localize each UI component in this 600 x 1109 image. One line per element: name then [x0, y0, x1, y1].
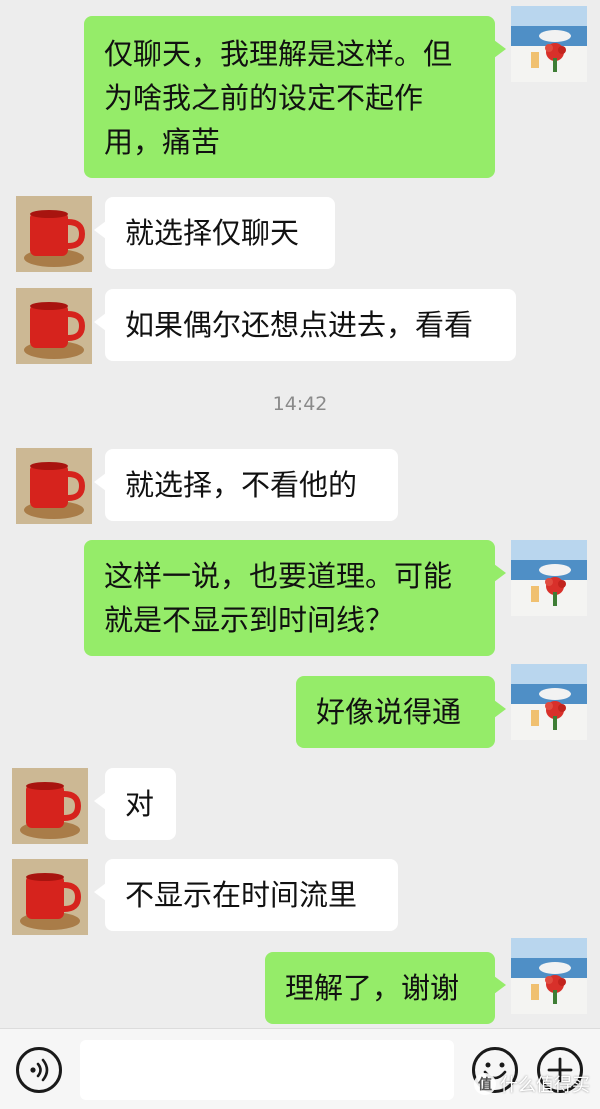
- watermark-text: 什么值得买: [500, 1075, 590, 1096]
- sea-balcony-flowers-photo: [511, 6, 587, 82]
- red-mug-photo: [16, 288, 92, 364]
- avatar-them[interactable]: [16, 288, 92, 364]
- voice-icon: [30, 1058, 49, 1082]
- avatar-them[interactable]: [16, 448, 92, 524]
- avatar-me[interactable]: [511, 540, 587, 616]
- avatar-me[interactable]: [511, 664, 587, 740]
- message-input[interactable]: [80, 1040, 454, 1100]
- message-bubble-received[interactable]: 如果偶尔还想点进去，看看: [94, 289, 516, 361]
- message-bubble-received[interactable]: 不显示在时间流里: [94, 859, 398, 931]
- message-bubble-received[interactable]: 对: [94, 768, 176, 840]
- message-bubble-sent[interactable]: 好像说得通: [296, 676, 506, 748]
- chat-area[interactable]: 仅聊天，我理解是这样。但 为啥我之前的设定不起作 用，痛苦 就选择仅聊天 如果偶…: [0, 0, 600, 1028]
- input-bar: 值 什么值得买: [0, 1028, 600, 1109]
- voice-button[interactable]: [16, 1047, 62, 1093]
- sea-balcony-flowers-photo: [511, 938, 587, 1014]
- red-mug-photo: [12, 768, 88, 844]
- message-bubble-sent[interactable]: 这样一说，也要道理。可能 就是不显示到时间线？: [84, 540, 506, 656]
- message-bubble-received[interactable]: 就选择，不看他的: [94, 449, 398, 521]
- watermark: 值 什么值得买: [474, 1071, 590, 1097]
- avatar-them[interactable]: [12, 768, 88, 844]
- avatar-them[interactable]: [16, 196, 92, 272]
- red-mug-photo: [12, 859, 88, 935]
- message-bubble-received[interactable]: 就选择仅聊天: [94, 197, 335, 269]
- sea-balcony-flowers-photo: [511, 540, 587, 616]
- avatar-me[interactable]: [511, 6, 587, 82]
- avatar-them[interactable]: [12, 859, 88, 935]
- message-bubble-sent[interactable]: 理解了，谢谢: [265, 952, 506, 1024]
- watermark-badge: 值: [474, 1073, 496, 1095]
- message-bubble-sent[interactable]: 仅聊天，我理解是这样。但 为啥我之前的设定不起作 用，痛苦: [84, 16, 506, 178]
- avatar-me[interactable]: [511, 938, 587, 1014]
- sea-balcony-flowers-photo: [511, 664, 587, 740]
- timestamp: 14:42: [272, 393, 328, 415]
- red-mug-photo: [16, 196, 92, 272]
- red-mug-photo: [16, 448, 92, 524]
